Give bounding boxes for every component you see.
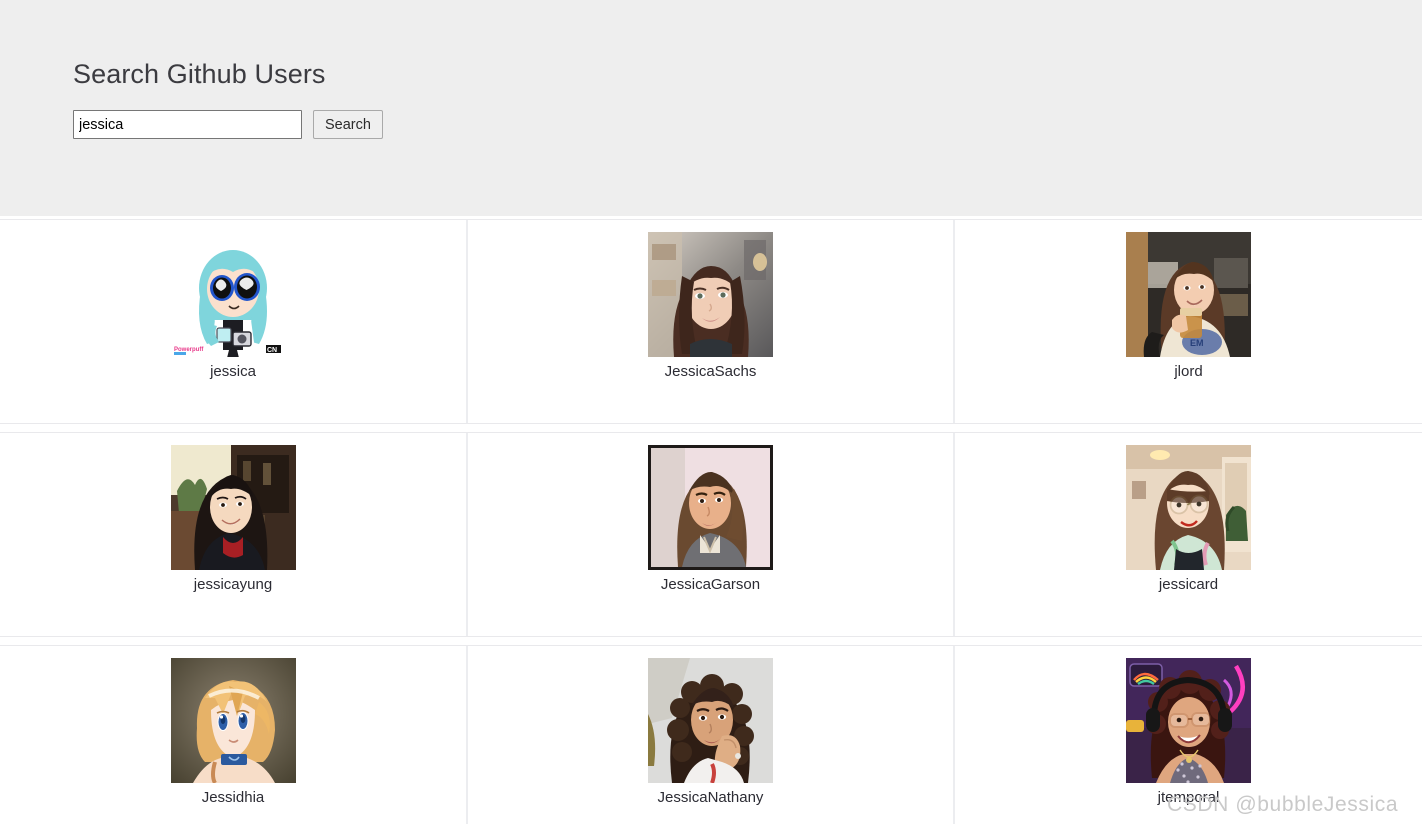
search-form: Search <box>73 110 1422 139</box>
result-row: Powerpuff CN jessica JessicaSachs EM jlo… <box>0 219 1422 424</box>
user-card[interactable]: jessicayung <box>0 433 468 636</box>
user-card[interactable]: JessicaGarson <box>468 433 955 636</box>
avatar <box>648 232 773 357</box>
avatar: Powerpuff CN <box>170 232 296 357</box>
search-button[interactable]: Search <box>313 110 383 139</box>
avatar <box>170 658 296 783</box>
search-input[interactable] <box>73 110 302 139</box>
avatar <box>1126 658 1251 783</box>
username-label[interactable]: JessicaNathany <box>658 788 764 808</box>
user-card[interactable]: Powerpuff CN jessica <box>0 220 468 423</box>
username-label[interactable]: Jessidhia <box>202 788 265 808</box>
user-card[interactable]: JessicaNathany <box>468 646 955 824</box>
avatar <box>170 445 296 570</box>
username-label[interactable]: jlord <box>1174 362 1202 382</box>
svg-text:CN: CN <box>267 347 277 354</box>
username-label[interactable]: JessicaGarson <box>661 575 760 595</box>
username-label[interactable]: jessicayung <box>194 575 272 595</box>
search-header: Search Github Users Search <box>0 0 1422 216</box>
username-label[interactable]: JessicaSachs <box>665 362 757 382</box>
results-grid: Powerpuff CN jessica JessicaSachs EM jlo… <box>0 216 1422 824</box>
page-title: Search Github Users <box>73 59 326 89</box>
username-label[interactable]: jessicard <box>1159 575 1218 595</box>
user-card[interactable]: jtemporal <box>955 646 1422 824</box>
user-card[interactable]: EM jlord <box>955 220 1422 423</box>
username-label[interactable]: jessica <box>210 362 256 382</box>
avatar: EM <box>1126 232 1251 357</box>
avatar <box>1126 445 1251 570</box>
username-label[interactable]: jtemporal <box>1158 788 1220 808</box>
avatar <box>648 658 773 783</box>
user-card[interactable]: JessicaSachs <box>468 220 955 423</box>
avatar <box>648 445 773 570</box>
user-card[interactable]: jessicard <box>955 433 1422 636</box>
result-row: Jessidhia JessicaNathany jtemporal <box>0 645 1422 824</box>
user-card[interactable]: Jessidhia <box>0 646 468 824</box>
result-row: jessicayung JessicaGarson jessicard <box>0 432 1422 637</box>
svg-text:EM: EM <box>1190 338 1204 348</box>
